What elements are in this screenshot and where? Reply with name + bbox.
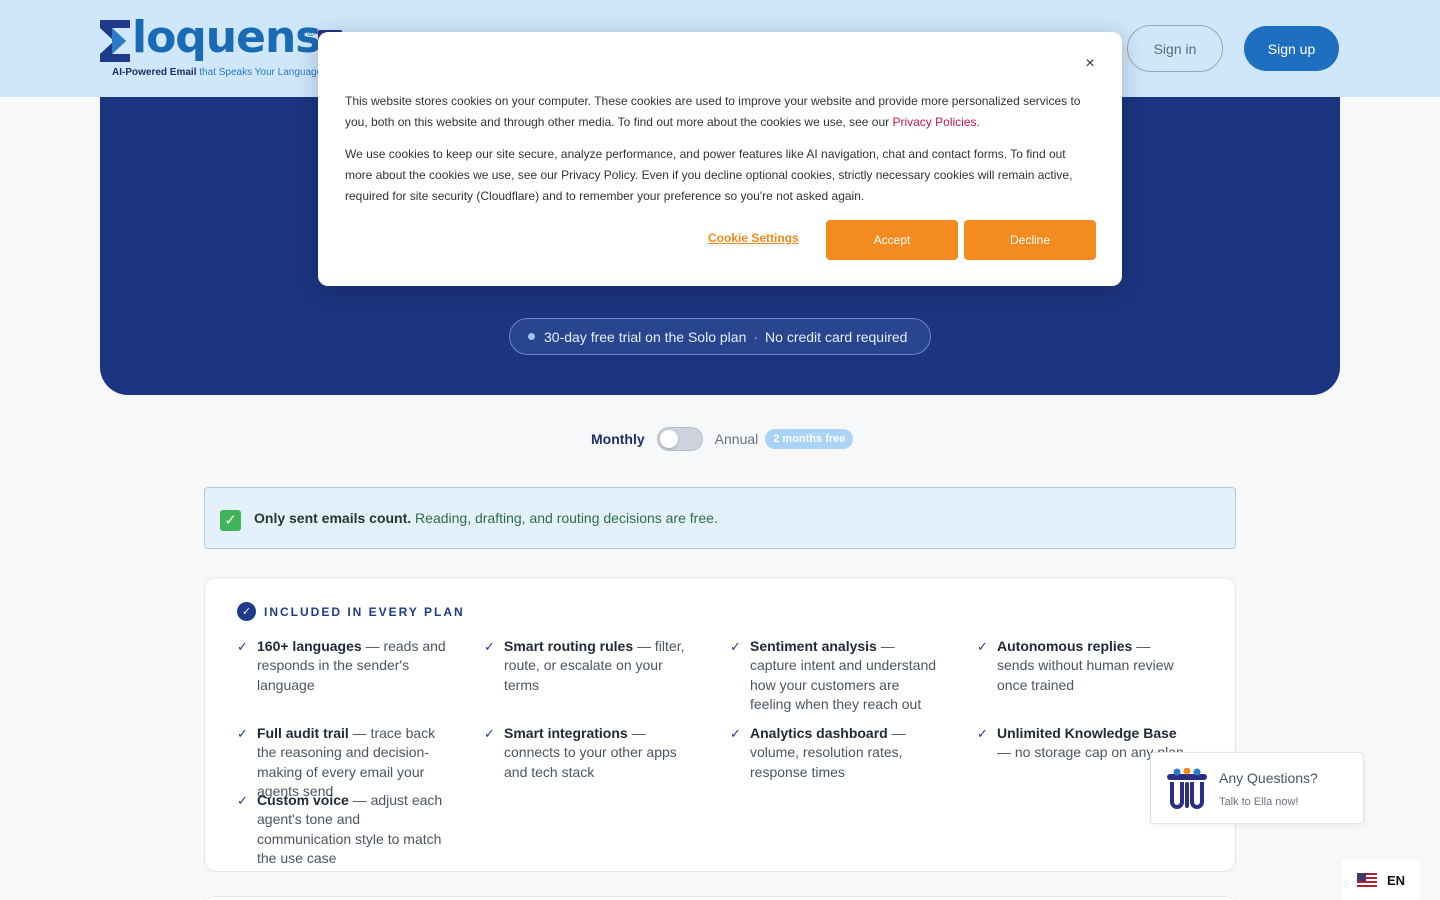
tagline-rest: that Speaks Your Language <box>199 67 323 78</box>
checkmark-icon: ✓ <box>730 726 741 741</box>
checkmark-icon: ✓ <box>977 726 988 741</box>
plans-card-top-edge <box>204 896 1236 900</box>
language-selector[interactable]: EN <box>1342 860 1420 900</box>
checkmark-icon: ✓ <box>977 639 988 654</box>
circle-check-icon: ✓ <box>237 602 256 621</box>
feature-item: ✓ Sentiment analysis — capture intent an… <box>730 637 940 714</box>
annual-discount-badge: 2 months free <box>765 429 854 449</box>
us-flag-icon <box>1357 873 1377 887</box>
privacy-policies-link[interactable]: Privacy Policies. <box>892 115 979 129</box>
cookie-text-primary: This website stores cookies on your comp… <box>345 91 1090 133</box>
notice-bold: Only sent emails count. <box>254 510 412 526</box>
included-title: INCLUDED IN EVERY PLAN <box>264 604 465 619</box>
language-code: EN <box>1387 872 1406 888</box>
logo-tagline: AI-Powered Email that Speaks Your Langua… <box>112 67 322 78</box>
cookie-settings-link[interactable]: Cookie Settings <box>708 231 799 245</box>
checkmark-icon: ✓ <box>237 793 248 808</box>
feature-name: Smart routing rules <box>504 638 634 654</box>
feature-name: Custom voice <box>257 792 349 808</box>
included-header: ✓ INCLUDED IN EVERY PLAN <box>237 602 465 621</box>
monthly-label[interactable]: Monthly <box>591 431 645 447</box>
checkmark-icon: ✓ <box>237 726 248 741</box>
trial-separator: · <box>753 328 759 345</box>
eloquens-logo[interactable]: loquens ® AI-Powered Email that Speaks Y… <box>100 12 342 82</box>
chat-widget[interactable]: Any Questions? Talk to Ella now! <box>1150 752 1364 824</box>
ella-assistant-icon <box>1167 768 1207 809</box>
billing-toggle-row: Monthly Annual 2 months free <box>591 426 854 452</box>
sign-in-button[interactable]: Sign in <box>1127 25 1223 72</box>
chat-title: Any Questions? <box>1219 770 1318 786</box>
notice-text: Only sent emails count. Reading, draftin… <box>254 510 718 526</box>
feature-item: ✓ Custom voice — adjust each agent's ton… <box>237 791 447 868</box>
feature-name: Unlimited Knowledge Base <box>997 725 1177 741</box>
cookie-text-secondary: We use cookies to keep our site secure, … <box>345 147 1073 203</box>
feature-item: ✓ Full audit trail — trace back the reas… <box>237 724 447 801</box>
included-features-card: ✓ INCLUDED IN EVERY PLAN ✓ 160+ language… <box>204 577 1236 872</box>
decline-cookies-button[interactable]: Decline <box>964 220 1096 260</box>
trial-text: 30-day free trial on the Solo plan <box>544 328 747 345</box>
feature-item: ✓ Analytics dashboard — volume, resoluti… <box>730 724 940 782</box>
feature-name: 160+ languages <box>257 638 362 654</box>
close-icon[interactable]: × <box>1082 56 1098 72</box>
checkmark-icon: ✓ <box>237 639 248 654</box>
sign-up-button[interactable]: Sign up <box>1244 26 1339 71</box>
sent-emails-notice: ✓ Only sent emails count. Reading, draft… <box>204 487 1236 549</box>
feature-item: ✓ Smart routing rules — filter, route, o… <box>484 637 694 695</box>
feature-name: Analytics dashboard <box>750 725 888 741</box>
cookie-consent-dialog: × This website stores cookies on your co… <box>318 32 1122 286</box>
notice-rest: Reading, drafting, and routing decisions… <box>415 510 718 526</box>
feature-item: ✓ 160+ languages — reads and responds in… <box>237 637 447 695</box>
tagline-bold: AI-Powered Email <box>112 67 197 78</box>
chat-subtitle: Talk to Ella now! <box>1219 796 1299 808</box>
feature-name: Full audit trail <box>257 725 349 741</box>
checkmark-icon: ✓ <box>484 726 495 741</box>
feature-item: ✓ Smart integrations — connects to your … <box>484 724 694 782</box>
toggle-knob <box>659 430 678 448</box>
check-mark-icon: ✓ <box>220 509 241 531</box>
logo-registered-mark: ® <box>307 28 315 39</box>
checkmark-icon: ✓ <box>730 639 741 654</box>
logo-wordmark: loquens <box>132 12 321 63</box>
trial-pill: 30-day free trial on the Solo plan · No … <box>509 318 931 355</box>
annual-label[interactable]: Annual <box>715 431 759 447</box>
feature-item: ✓ Autonomous replies — sends without hum… <box>977 637 1187 695</box>
logo-mark-icon <box>100 20 130 62</box>
trial-note: No credit card required <box>765 328 908 345</box>
trial-dot-icon <box>528 333 535 340</box>
feature-name: Autonomous replies <box>997 638 1133 654</box>
feature-name: Smart integrations <box>504 725 628 741</box>
feature-name: Sentiment analysis <box>750 638 877 654</box>
checkmark-icon: ✓ <box>484 639 495 654</box>
accept-cookies-button[interactable]: Accept <box>826 220 958 260</box>
billing-period-toggle[interactable] <box>656 427 703 451</box>
